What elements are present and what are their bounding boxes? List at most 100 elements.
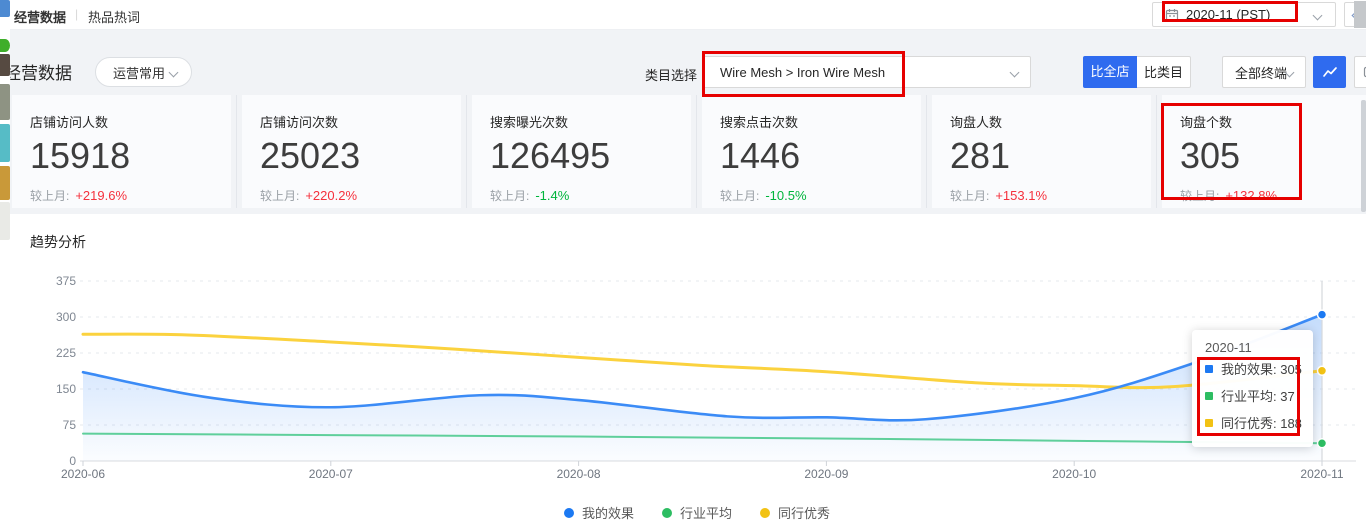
preset-select[interactable]: 运营常用 xyxy=(95,57,192,87)
legend-label: 同行优秀 xyxy=(778,506,831,521)
section-title: 经营数据 xyxy=(4,64,72,83)
mom-label: 较上月: xyxy=(30,189,70,203)
card-divider xyxy=(696,95,697,208)
dashboard-screen: 经营数据 | 热品热词 2020-11 (PST) 经营数据 运营常用 类目选择… xyxy=(0,0,1366,529)
svg-text:0: 0 xyxy=(69,454,76,468)
compare-category-button[interactable]: 比类目 xyxy=(1137,56,1191,88)
svg-text:375: 375 xyxy=(56,274,76,288)
thumbnail-image xyxy=(0,84,10,120)
thumbnail-image xyxy=(0,166,10,200)
date-picker-value: 2020-11 (PST) xyxy=(1186,7,1271,22)
stat-card-label: 店铺访问次数 xyxy=(260,115,339,130)
thumbnail-image xyxy=(0,39,10,52)
stat-card-mom: 较上月: +153.1% xyxy=(950,187,1151,204)
card-divider xyxy=(466,95,467,208)
stat-card-value: 1446 xyxy=(720,135,801,176)
svg-text:2020-08: 2020-08 xyxy=(557,467,601,481)
tooltip-row-2: 同行优秀: 188 xyxy=(1205,409,1313,436)
stat-card-value: 25023 xyxy=(260,135,361,176)
mom-label: 较上月: xyxy=(1180,189,1220,203)
table-view-button[interactable] xyxy=(1354,56,1366,88)
mom-label: 较上月: xyxy=(260,189,300,203)
legend-dot-icon xyxy=(563,507,574,518)
top-bar: 经营数据 | 热品热词 2020-11 (PST) xyxy=(0,0,1366,30)
category-select-label: 类目选择 xyxy=(645,68,698,83)
mom-value: -10.5% xyxy=(765,188,807,203)
stat-card-label: 询盘人数 xyxy=(950,115,1003,130)
date-picker[interactable]: 2020-11 (PST) xyxy=(1152,2,1336,27)
mom-value: +153.1% xyxy=(995,188,1048,203)
chart-tooltip: 2020-11 我的效果: 305 行业平均: 37 同行优秀: 188 xyxy=(1192,330,1313,447)
mom-value: -1.4% xyxy=(535,188,570,203)
mom-value: +220.2% xyxy=(305,188,358,203)
stat-card-4[interactable]: 询盘人数 281 较上月: +153.1% xyxy=(926,95,1151,208)
thumbnail-image xyxy=(0,0,10,17)
tab-business-data[interactable]: 经营数据 xyxy=(14,7,66,26)
chart-view-button[interactable] xyxy=(1313,56,1346,88)
card-divider xyxy=(1156,95,1157,208)
card-divider xyxy=(236,95,237,208)
tooltip-series-marker xyxy=(1205,418,1213,427)
tab-hot-products-keywords[interactable]: 热品热词 xyxy=(88,7,140,26)
left-edge-thumbnail-strip xyxy=(0,0,10,529)
stat-card-0[interactable]: 店铺访问人数 15918 较上月: +219.6% xyxy=(12,95,231,208)
tooltip-series-value: 行业平均: 37 xyxy=(1221,389,1295,404)
stat-card-label: 店铺访问人数 xyxy=(30,115,109,130)
stat-card-value: 281 xyxy=(950,135,1011,176)
legend-item-1[interactable]: 行业平均 xyxy=(661,503,732,522)
legend-dot-icon xyxy=(661,507,672,518)
scrollbar-right[interactable] xyxy=(1361,100,1366,212)
chevron-down-icon xyxy=(1312,10,1323,21)
stat-card-label: 搜索点击次数 xyxy=(720,115,799,130)
card-divider xyxy=(926,95,927,208)
svg-text:300: 300 xyxy=(56,310,76,324)
svg-text:2020-06: 2020-06 xyxy=(61,467,105,481)
thumbnail-image xyxy=(0,54,10,76)
stat-card-value: 126495 xyxy=(490,135,611,176)
stat-card-label: 搜索曝光次数 xyxy=(490,115,569,130)
line-chart-icon xyxy=(1322,67,1337,77)
legend-item-0[interactable]: 我的效果 xyxy=(563,503,634,522)
stat-card-value: 15918 xyxy=(30,135,131,176)
stat-card-1[interactable]: 店铺访问次数 25023 较上月: +220.2% xyxy=(236,95,461,208)
mom-label: 较上月: xyxy=(720,189,760,203)
category-select-value: Wire Mesh > Iron Wire Mesh xyxy=(720,64,886,80)
tooltip-row-1: 行业平均: 37 xyxy=(1205,382,1313,409)
mom-value: +132.8% xyxy=(1225,188,1278,203)
stat-card-label: 询盘个数 xyxy=(1180,115,1233,130)
terminal-select-value: 全部终端 xyxy=(1235,65,1288,81)
svg-text:225: 225 xyxy=(56,346,76,360)
stat-card-2[interactable]: 搜索曝光次数 126495 较上月: -1.4% xyxy=(466,95,691,208)
tooltip-row-0: 我的效果: 305 xyxy=(1205,355,1313,382)
svg-text:2020-09: 2020-09 xyxy=(804,467,848,481)
mom-value: +219.6% xyxy=(75,188,128,203)
legend-dot-icon xyxy=(760,507,770,518)
stat-card-mom: 较上月: -1.4% xyxy=(490,187,691,204)
scrollbar-top[interactable] xyxy=(1354,1,1366,28)
trend-chart: 0 75 150 225 300 375 2020-06 2020-07 2020-08 2020… xyxy=(56,274,1356,481)
chevron-down-icon xyxy=(168,67,179,78)
chevron-down-icon xyxy=(1009,67,1020,78)
preset-select-value: 运营常用 xyxy=(113,65,166,81)
stat-card-mom: 较上月: -10.5% xyxy=(720,187,921,204)
svg-text:2020-10: 2020-10 xyxy=(1052,467,1096,481)
tooltip-series-value: 同行优秀: 188 xyxy=(1221,416,1302,431)
thumbnail-image xyxy=(0,202,10,240)
mom-label: 较上月: xyxy=(950,189,990,203)
stat-card-mom: 较上月: +220.2% xyxy=(260,187,461,204)
svg-text:75: 75 xyxy=(63,418,77,432)
stat-card-value: 305 xyxy=(1180,135,1241,176)
tooltip-series-marker xyxy=(1205,391,1213,400)
category-select[interactable]: Wire Mesh > Iron Wire Mesh xyxy=(703,56,1031,88)
tooltip-series-marker xyxy=(1205,364,1213,373)
legend-item-2[interactable]: 同行优秀 xyxy=(760,503,830,522)
compare-store-button[interactable]: 比全店 xyxy=(1083,56,1137,88)
svg-text:150: 150 xyxy=(56,382,76,396)
calendar-icon xyxy=(1165,8,1179,21)
tooltip-series-value: 我的效果: 305 xyxy=(1221,362,1302,377)
stat-card-3[interactable]: 搜索点击次数 1446 较上月: -10.5% xyxy=(696,95,921,208)
terminal-select[interactable]: 全部终端 xyxy=(1222,56,1306,88)
stat-card-5[interactable]: 询盘个数 305 较上月: +132.8% xyxy=(1156,95,1366,208)
stat-card-mom: 较上月: +219.6% xyxy=(30,187,231,204)
tab-divider: | xyxy=(75,7,79,21)
